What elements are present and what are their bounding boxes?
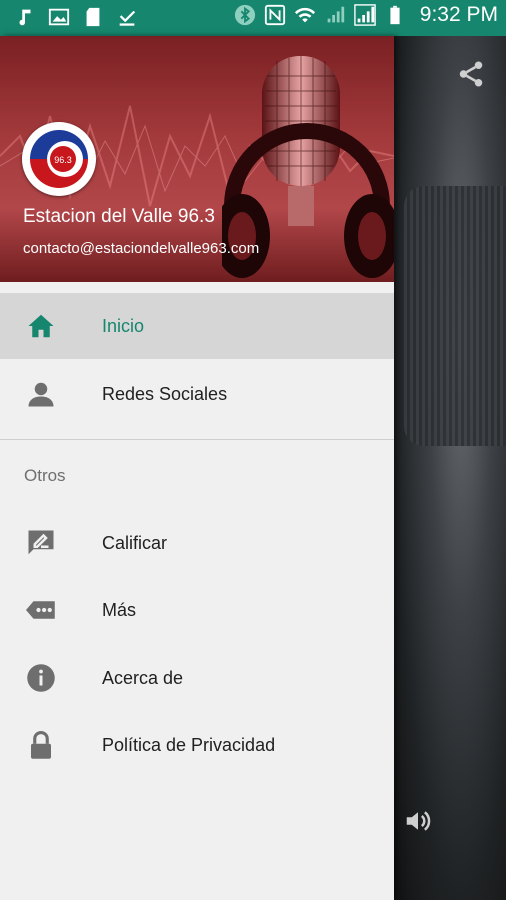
battery-icon (390, 5, 400, 25)
station-logo-graphic: 96.3 (25, 125, 93, 193)
station-logo: 96.3 (22, 122, 96, 196)
player-background (394, 36, 506, 900)
menu-divider (0, 439, 394, 440)
station-name: Estacion del Valle 96.3 (23, 206, 215, 227)
section-title-otros: Otros (24, 466, 66, 485)
menu-item-politica-privacidad[interactable]: Política de Privacidad (0, 712, 394, 778)
menu-item-label: Inicio (102, 315, 145, 336)
menu-item-redes-sociales[interactable]: Redes Sociales (0, 361, 394, 427)
menu-item-calificar[interactable]: Calificar (0, 510, 394, 576)
wifi-icon (294, 7, 315, 23)
lock-icon (31, 730, 51, 759)
sd-card-icon (86, 7, 100, 27)
menu-item-acerca-de[interactable]: Acerca de (0, 645, 394, 711)
signal-sim2-icon (354, 4, 376, 26)
menu-item-mas[interactable]: Más (0, 577, 394, 643)
image-icon (48, 8, 70, 26)
menu-item-label: Política de Privacidad (102, 734, 276, 755)
home-icon (28, 314, 54, 338)
nfc-icon (264, 4, 285, 26)
music-note-icon (19, 9, 31, 26)
microphone-image (404, 186, 506, 446)
share-icon[interactable] (456, 58, 486, 90)
navigation-drawer: 96.3 Estacion del Valle 96.3 contacto@es… (0, 36, 394, 900)
info-icon (27, 664, 55, 692)
rate-review-icon (28, 530, 54, 555)
drawer-header: 96.3 Estacion del Valle 96.3 contacto@es… (0, 36, 394, 282)
menu-item-label: Acerca de (102, 667, 184, 688)
menu-item-label: Más (102, 599, 137, 620)
menu-item-label: Calificar (102, 532, 168, 553)
more-icon (26, 601, 55, 619)
volume-icon[interactable] (402, 806, 434, 836)
download-done-icon (119, 10, 136, 26)
signal-sim1-icon (327, 6, 344, 23)
menu-item-inicio[interactable]: Inicio (0, 293, 394, 359)
svg-text:96.3: 96.3 (54, 155, 72, 165)
station-email: contacto@estaciondelvalle963.com (23, 240, 260, 257)
menu-item-label: Redes Sociales (102, 383, 228, 404)
status-time: 9:32 PM (419, 3, 498, 26)
person-icon (28, 382, 54, 407)
bluetooth-icon (234, 4, 255, 26)
status-bar: 9:32 PM (0, 0, 506, 36)
